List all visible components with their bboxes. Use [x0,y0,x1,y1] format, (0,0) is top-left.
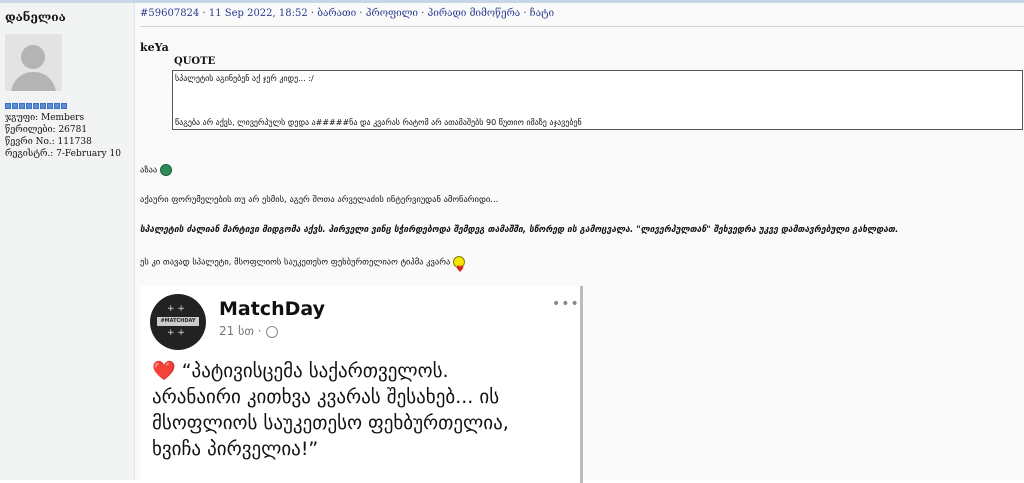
private-message-link[interactable]: პირადი მიმოწერა [428,8,521,19]
quote-label: QUOTE [174,56,216,67]
paragraph-1: აზაა [140,164,172,176]
quote-author: keYa [140,41,169,54]
quote-line-2: წაგება არ აქვს, ლივერპულს დედა ა#####ნა … [175,118,582,127]
rank-pip [47,103,53,109]
author-registered: რეგისტრ.: 7-February 10 [5,149,121,159]
embed-line: მსოფლიოს საუკეთესო ფეხბურთელია, [152,412,509,434]
rank-pip [40,103,46,109]
embed-line: ❤️ “პატივისცემა საქართველოს. [152,360,449,382]
embedded-facebook-image: + + #MATCHDAY + + MatchDay 21 სთ · ••• ❤… [140,286,583,483]
paragraph-3: სპალეტის ძალიან მარტივი მიდგომა აქვს. პი… [140,225,899,235]
rank-pip [61,103,67,109]
divider [140,26,1024,27]
rank-pip [26,103,32,109]
rank-pips [5,103,67,109]
post-body: #59607824 · 11 Sep 2022, 18:52 · ბარათი … [135,3,1024,483]
post-id-link[interactable]: #59607824 [140,8,199,19]
author-sidebar: დანელია ჯგუფი: Members წერილები: 26781 წ… [0,3,135,480]
grin-smiley-icon [159,164,172,176]
rank-pip [12,103,18,109]
chat-link[interactable]: ჩატი [530,8,554,19]
paragraph-2: აქაური ფორუმელების თუ არ ესმის, აგერ შოთ… [140,195,499,205]
author-info: ჯგუფი: Members წერილები: 26781 წევრი No.… [5,112,121,160]
quote-box: სპალეტის აგინებენ აქ ჯერ კიდე... :/ წაგე… [172,70,1023,130]
rank-pip [19,103,25,109]
matchday-logo: + + #MATCHDAY + + [150,294,206,350]
paragraph-4-text: ეს კი თავად სპალეტი, მსოფლიოს საუკეთესო … [140,257,451,268]
card-link[interactable]: ბარათი [317,8,356,19]
embed-text: ❤️ “პატივისცემა საქართველოს. არანაირი კი… [152,358,509,462]
author-group: ჯგუფი: Members [5,113,85,123]
embed-line: არანაირი კითხვა კვარას შესახებ... ის [152,386,500,408]
author-name[interactable]: დანელია [5,10,66,24]
rank-pip [54,103,60,109]
rank-pip [33,103,39,109]
paragraph-1-text: აზაა [140,165,158,176]
more-options-icon: ••• [552,296,580,312]
page-name: MatchDay [219,298,325,320]
author-member-no: წევრი No.: 111738 [5,137,92,147]
embed-line: ხვიჩა პირველია!” [152,438,319,460]
avatar [5,34,62,91]
paragraph-4: ეს კი თავად სპალეტი, მსოფლიოს საუკეთესო … [140,256,465,275]
profile-link[interactable]: პროფილი [366,8,418,19]
author-posts: წერილები: 26781 [5,125,88,135]
love-smiley-icon: ♥ [452,256,465,275]
post-time: 21 სთ · [219,324,278,338]
rank-pip [5,103,11,109]
post-date: 11 Sep 2022, 18:52 [208,8,308,19]
quote-line-1: სპალეტის აგინებენ აქ ჯერ კიდე... :/ [175,74,314,83]
post-header: #59607824 · 11 Sep 2022, 18:52 · ბარათი … [140,8,555,19]
globe-icon [265,325,278,338]
